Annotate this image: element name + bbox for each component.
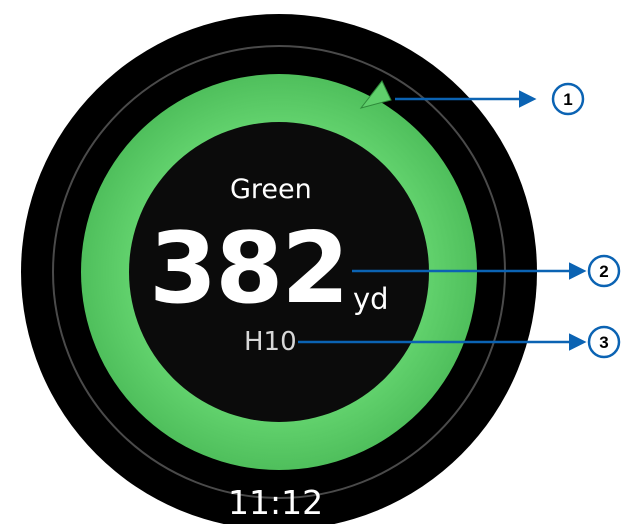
distance-unit: yd	[353, 282, 389, 316]
distance-value: 382	[149, 212, 350, 326]
time-display: 11:12	[228, 483, 324, 522]
callout-3-number: 3	[599, 333, 608, 352]
callout-1-number: 1	[563, 90, 572, 109]
target-label: Green	[230, 174, 312, 205]
hole-label: H10	[244, 327, 297, 357]
watch-screenshot: 1 2 3 Green 382 yd H10 11:12	[0, 0, 633, 524]
callout-2-number: 2	[599, 262, 608, 281]
